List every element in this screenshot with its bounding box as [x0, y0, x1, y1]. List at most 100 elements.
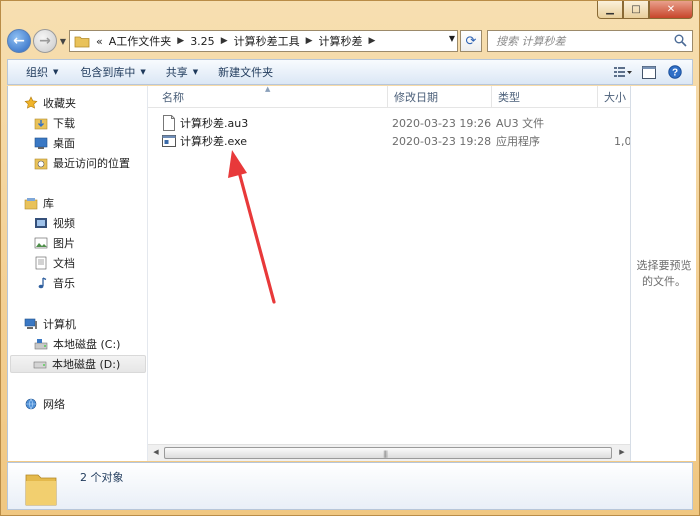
download-folder-icon [34, 118, 48, 130]
address-bar[interactable]: « A工作文件夹 ▶ 3.25 ▶ 计算秒差工具 ▶ 计算秒差 ▶ ▼ [69, 30, 458, 52]
search-placeholder: 搜索 计算秒差 [496, 35, 566, 48]
breadcrumb-overflow[interactable]: « [96, 35, 103, 48]
view-controls: ? [608, 62, 686, 82]
file-row[interactable]: 计算秒差.exe 2020-03-23 19:28 应用程序 1,0 [148, 132, 632, 150]
nav-favorites-label: 收藏夹 [43, 97, 76, 110]
nav-drive-d[interactable]: 本地磁盘 (D:) [10, 355, 146, 373]
breadcrumb: « A工作文件夹 ▶ 3.25 ▶ 计算秒差工具 ▶ 计算秒差 ▶ [96, 33, 381, 49]
search-icon[interactable] [674, 34, 687, 47]
breadcrumb-item[interactable]: A工作文件夹 [109, 33, 172, 49]
nav-libraries-label: 库 [43, 197, 54, 210]
search-input[interactable]: 搜索 计算秒差 [487, 30, 693, 52]
horizontal-scrollbar[interactable]: ◀ ||| ▶ [148, 444, 630, 461]
breadcrumb-item[interactable]: 3.25 [190, 35, 215, 48]
nav-drive-d-label: 本地磁盘 (D:) [52, 358, 121, 371]
share-button[interactable]: 共享 ▼ [158, 61, 206, 83]
file-name: 计算秒差.au3 [180, 117, 249, 130]
help-icon: ? [668, 65, 682, 79]
details-pane: 2 个对象 [7, 462, 693, 510]
arrow-right-icon: → [39, 33, 51, 49]
chevron-right-icon[interactable]: ▶ [306, 36, 313, 46]
chevron-down-icon: ▼ [192, 68, 199, 76]
breadcrumb-item[interactable]: 计算秒差工具 [234, 33, 300, 49]
command-bar: 组织 ▼ 包含到库中 ▼ 共享 ▼ 新建文件夹 ? [7, 59, 693, 85]
file-date: 2020-03-23 19:26 [392, 116, 492, 130]
preview-line-1: 选择要预览 [636, 259, 692, 272]
folder-icon [25, 474, 57, 506]
nav-network-label: 网络 [43, 398, 65, 411]
file-row[interactable]: 计算秒差.au3 2020-03-23 19:26 AU3 文件 [148, 114, 630, 132]
maximize-button[interactable]: □ [623, 1, 649, 19]
nav-desktop[interactable]: 桌面 [34, 134, 75, 152]
forward-button[interactable]: → [33, 29, 57, 53]
nav-computer-label: 计算机 [43, 318, 76, 331]
nav-computer[interactable]: 计算机 [24, 315, 76, 333]
music-icon [38, 277, 47, 289]
file-name: 计算秒差.exe [180, 135, 248, 148]
nav-recent[interactable]: 最近访问的位置 [34, 154, 130, 172]
preview-pane: 选择要预览 的文件。 [630, 86, 696, 461]
new-folder-label: 新建文件夹 [218, 66, 274, 79]
chevron-right-icon[interactable]: ▶ [177, 36, 184, 46]
column-date-label: 修改日期 [394, 91, 438, 104]
new-folder-button[interactable]: 新建文件夹 [210, 61, 281, 83]
text-file-icon [163, 115, 175, 131]
nav-downloads[interactable]: 下载 [34, 114, 75, 132]
chevron-down-icon[interactable]: ▼ [449, 34, 455, 43]
back-button[interactable]: ← [7, 29, 31, 53]
navigation-pane: 收藏夹 下载 桌面 最近访问的位置 库 视频 图片 文档 音乐 计算机 本地磁盘… [8, 86, 148, 461]
item-count: 2 个对象 [80, 471, 124, 484]
include-in-library-button[interactable]: 包含到库中 ▼ [72, 61, 153, 83]
drive-icon [33, 361, 47, 369]
system-drive-icon [34, 339, 48, 350]
column-date[interactable]: 修改日期 [388, 86, 492, 108]
nav-downloads-label: 下载 [53, 117, 75, 130]
nav-music[interactable]: 音乐 [34, 274, 75, 292]
nav-documents-label: 文档 [53, 257, 75, 270]
column-name[interactable]: 名称 [156, 86, 388, 108]
file-name-cell: 计算秒差.exe [162, 132, 247, 150]
nav-libraries[interactable]: 库 [24, 194, 54, 212]
preview-pane-button[interactable] [638, 62, 660, 82]
network-icon [25, 398, 37, 410]
file-type: AU3 文件 [496, 117, 545, 130]
minimize-button[interactable]: ▁ [597, 1, 623, 19]
history-dropdown[interactable]: ▼ [57, 37, 69, 46]
nav-pictures-label: 图片 [53, 237, 75, 250]
help-button[interactable]: ? [664, 62, 686, 82]
include-in-library-label: 包含到库中 [80, 66, 136, 79]
nav-drive-c-label: 本地磁盘 (C:) [53, 338, 121, 351]
caption-buttons: ▁ □ ✕ [597, 1, 693, 21]
scroll-left-icon[interactable]: ◀ [151, 448, 161, 456]
library-icon [24, 198, 38, 210]
refresh-button[interactable]: ⟳ [460, 30, 482, 52]
column-size[interactable]: 大小 [598, 86, 630, 108]
refresh-icon: ⟳ [465, 33, 477, 49]
nav-pictures[interactable]: 图片 [34, 234, 75, 252]
computer-icon [24, 318, 37, 329]
file-date: 2020-03-23 19:28 [392, 134, 492, 148]
picture-icon [34, 237, 48, 249]
chevron-right-icon[interactable]: ▶ [221, 36, 228, 46]
svg-text:?: ? [672, 68, 678, 79]
close-button[interactable]: ✕ [649, 1, 693, 19]
file-size: 1,0 [614, 134, 632, 148]
column-type[interactable]: 类型 [492, 86, 598, 108]
video-icon [35, 218, 47, 228]
nav-videos-label: 视频 [53, 217, 75, 230]
chevron-right-icon[interactable]: ▶ [369, 36, 376, 46]
change-view-button[interactable] [612, 62, 634, 82]
nav-favorites[interactable]: 收藏夹 [24, 94, 76, 112]
nav-videos[interactable]: 视频 [34, 214, 75, 232]
scroll-right-icon[interactable]: ▶ [617, 448, 627, 456]
preview-line-2: 的文件。 [642, 275, 686, 288]
preview-message: 选择要预览 的文件。 [631, 258, 697, 290]
organize-button[interactable]: 组织 ▼ [18, 61, 66, 83]
nav-drive-c[interactable]: 本地磁盘 (C:) [34, 335, 120, 353]
breadcrumb-item[interactable]: 计算秒差 [319, 33, 363, 49]
navigation-bar: ← → ▼ « A工作文件夹 ▶ 3.25 ▶ 计算秒差工具 ▶ 计算秒差 ▶ … [7, 27, 693, 55]
nav-documents[interactable]: 文档 [34, 254, 75, 272]
nav-network[interactable]: 网络 [24, 395, 65, 413]
grip-icon: ||| [383, 450, 388, 458]
scrollbar-thumb[interactable]: ||| [164, 447, 612, 459]
